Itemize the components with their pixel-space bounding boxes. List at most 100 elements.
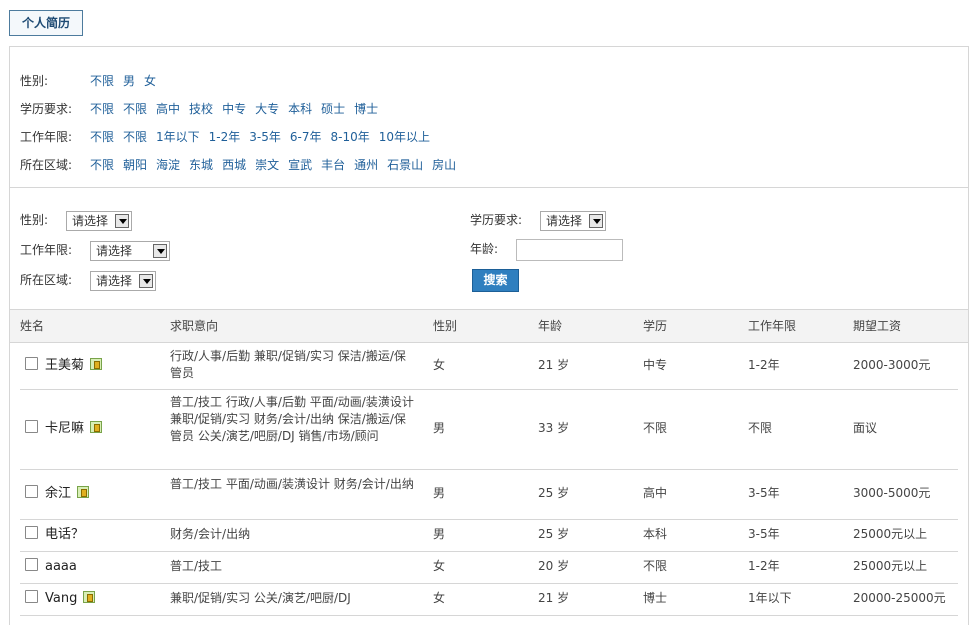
table-row[interactable]: Vang 兼职/促销/实习 公关/演艺/吧厨/DJ 女 21 岁 博士 1年以下 20000… [20,584,958,616]
filter-option[interactable]: 博士 [354,102,378,116]
age-cell: 21 岁 [538,358,570,372]
filter-option[interactable]: 不限 [90,102,114,116]
age-label: 年龄: [470,242,499,256]
candidate-name-text[interactable]: aaaa [45,559,77,574]
filter-option[interactable]: 不限 [90,158,114,172]
candidate-name[interactable]: 卡尼嘛 [45,420,103,437]
candidate-name[interactable]: aaaa [45,558,77,575]
gender-cell: 男 [433,421,446,435]
salary-cell: 2000-3000元 [853,358,931,372]
filter-option[interactable]: 男 [123,74,135,88]
filter-option[interactable]: 女 [144,74,156,88]
work-years-cell: 1-2年 [748,559,780,573]
filter-option[interactable]: 丰台 [321,158,345,172]
work-years-label: 工作年限: [20,243,73,257]
intention-cell: 普工/技工 [170,558,223,573]
filter-option[interactable]: 不限 [90,74,114,88]
header-education: 学历 [643,319,668,333]
candidate-name-text[interactable]: 电话？ [45,527,84,542]
tab-resume[interactable]: 个人简历 [9,10,83,36]
row-checkbox[interactable] [25,357,38,370]
candidate-name-text[interactable]: 王美菊 [45,358,84,373]
resume-photo-icon[interactable] [77,486,90,498]
table-header: 姓名 求职意向 性别 年龄 学历 工作年限 期望工资 [10,309,968,343]
education-cell: 博士 [643,591,668,605]
filter-option[interactable]: 西城 [222,158,246,172]
age-cell: 20 岁 [538,559,570,573]
work-years-select-value: 请选择 [96,244,133,258]
filter-option[interactable]: 硕士 [321,102,345,116]
filter-option[interactable]: 房山 [432,158,456,172]
filter-area: 所在区域: 不限 朝阳 海淀 东城 西城 崇文 宣武 丰台 通州 石景山 房山 [20,157,465,173]
table-row[interactable]: 电话？ 财务/会计/出纳 男 25 岁 本科 3-5年 25000元以上 [20,520,958,552]
work-years-cell: 1年以下 [748,591,792,605]
chevron-down-icon [139,274,153,288]
intention-cell: 财务/会计/出纳 [170,526,251,541]
filter-option[interactable]: 海淀 [156,158,180,172]
salary-cell: 25000元以上 [853,559,928,573]
gender-cell: 女 [433,559,446,573]
table-row[interactable]: 余江 普工/技工 平面/动画/装潢设计 财务/会计/出纳男 25 岁 高中 3-5年 30… [20,470,958,520]
resume-photo-icon[interactable] [83,591,96,603]
gender-select-value: 请选择 [72,214,109,228]
candidate-name[interactable]: 电话？ [45,526,84,543]
education-label: 学历要求: [470,213,523,227]
row-checkbox[interactable] [25,485,38,498]
resume-photo-icon[interactable] [90,358,103,370]
row-checkbox[interactable] [25,420,38,433]
candidate-name[interactable]: 王美菊 [45,357,103,374]
work-years-select[interactable]: 请选择 [90,241,170,261]
age-cell: 25 岁 [538,527,570,541]
candidate-name[interactable]: 余江 [45,485,90,502]
education-cell: 高中 [643,486,668,500]
gender-label: 性别: [20,213,49,227]
gender-cell: 男 [433,527,446,541]
filter-option[interactable]: 技校 [189,102,213,116]
filter-option[interactable]: 通州 [354,158,378,172]
search-button[interactable]: 搜索 [472,269,519,292]
table-row[interactable]: 王美菊 行政/人事/后勤 兼职/促销/实习 保洁/搬运/保管员 女 21 岁 中专 1-2… [20,344,958,390]
gender-cell: 男 [433,486,446,500]
filter-option[interactable]: 不限 [90,130,114,144]
work-years-cell: 1-2年 [748,358,780,372]
filter-option[interactable]: 10年以上 [379,130,430,144]
chevron-down-icon [589,214,603,228]
candidate-name[interactable]: Vang [45,590,96,607]
row-checkbox[interactable] [25,558,38,571]
work-years-cell: 不限 [748,421,773,435]
filter-option[interactable]: 不限 [123,102,147,116]
area-select-value: 请选择 [96,274,133,288]
candidate-name-text[interactable]: 卡尼嘛 [45,421,84,436]
gender-select[interactable]: 请选择 [66,211,132,231]
table-row[interactable]: 卡尼嘛 普工/技工 行政/人事/后勤 平面/动画/装潢设计 兼职/促销/实习 财务… [20,390,958,470]
resume-photo-icon[interactable] [90,421,103,433]
candidate-name-text[interactable]: Vang [45,591,77,606]
age-input[interactable] [516,239,623,261]
candidate-name-text[interactable]: 余江 [45,486,71,501]
filter-option[interactable]: 东城 [189,158,213,172]
filter-option[interactable]: 不限 [123,130,147,144]
filter-option[interactable]: 3-5年 [249,130,281,144]
filter-option[interactable]: 朝阳 [123,158,147,172]
filter-option[interactable]: 中专 [222,102,246,116]
filter-work-years: 工作年限: 不限 不限 1年以下 1-2年 3-5年 6-7年 8-10年 10年以上 [20,129,439,145]
filter-option[interactable]: 高中 [156,102,180,116]
filter-option[interactable]: 8-10年 [331,130,370,144]
row-checkbox[interactable] [25,590,38,603]
filter-option[interactable]: 1-2年 [209,130,241,144]
filter-option[interactable]: 6-7年 [290,130,322,144]
row-checkbox[interactable] [25,526,38,539]
filter-option[interactable]: 崇文 [255,158,279,172]
filter-option[interactable]: 大专 [255,102,279,116]
filter-label: 所在区域: [20,158,73,172]
table-row[interactable]: aaaa 普工/技工 女 20 岁 不限 1-2年 25000元以上 [20,552,958,584]
work-years-cell: 3-5年 [748,527,780,541]
filter-option[interactable]: 1年以下 [156,130,200,144]
filter-option[interactable]: 本科 [288,102,312,116]
filter-education: 学历要求: 不限 不限 高中 技校 中专 大专 本科 硕士 博士 [20,101,387,117]
education-select[interactable]: 请选择 [540,211,606,231]
filter-option[interactable]: 宣武 [288,158,312,172]
area-select[interactable]: 请选择 [90,271,156,291]
filter-option[interactable]: 石景山 [387,158,423,172]
header-name: 姓名 [20,319,45,333]
